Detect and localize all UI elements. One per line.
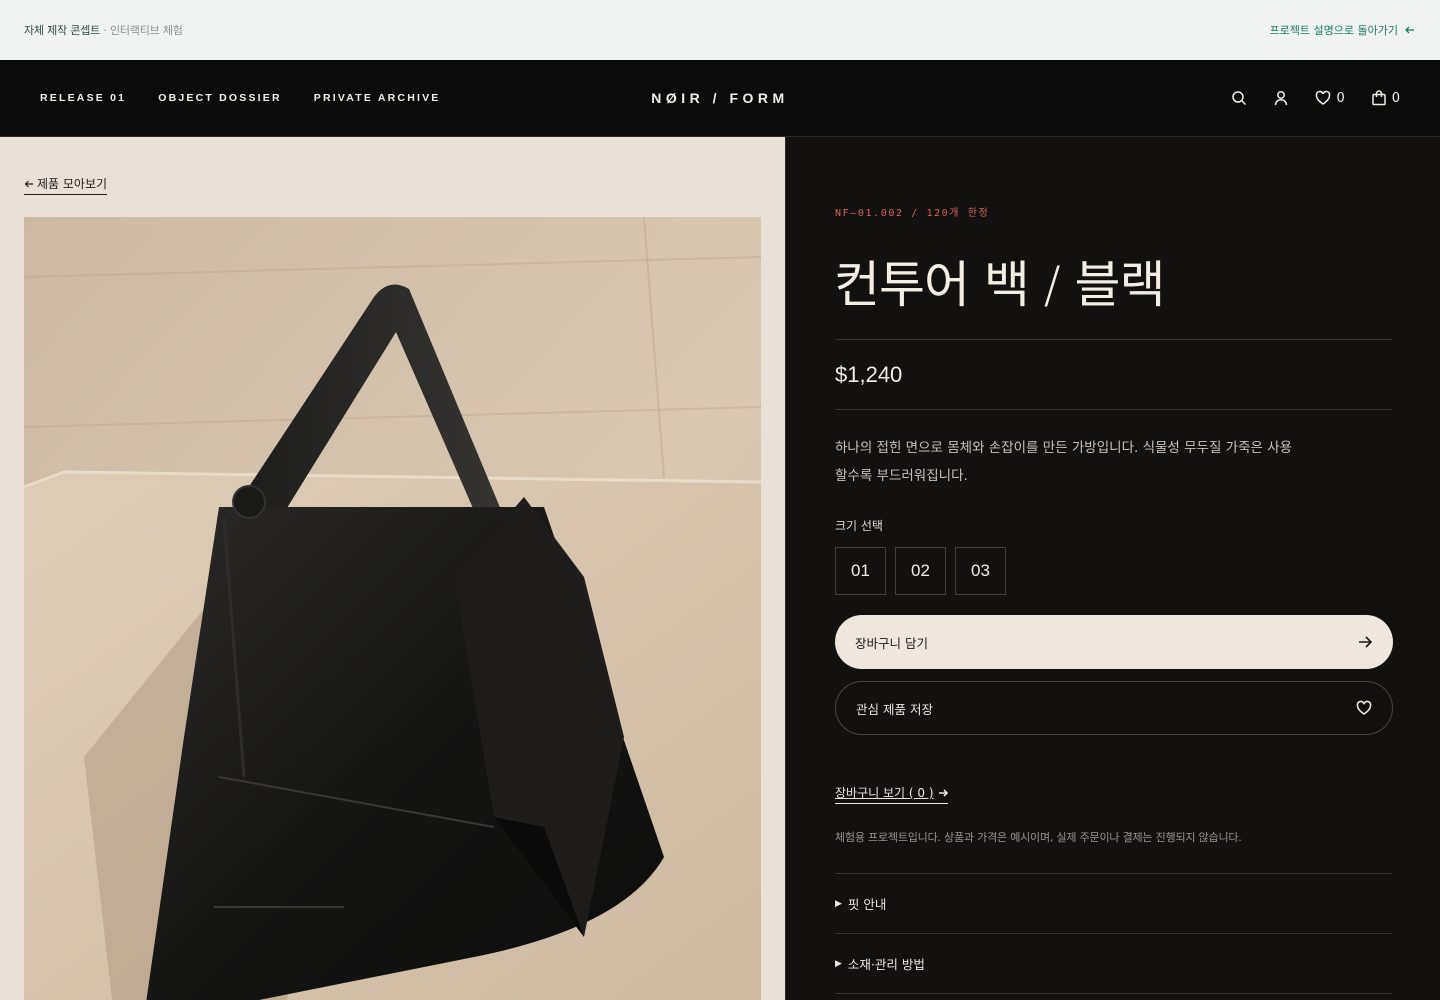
notice-bar: 자체 제작 콘셉트 · 인터랙티브 체험 프로젝트 설명으로 돌아가기 (0, 0, 1440, 60)
add-to-cart-button[interactable]: 장바구니 담기 (835, 615, 1393, 669)
nav-object-dossier[interactable]: OBJECT DOSSIER (158, 92, 282, 104)
account-button[interactable] (1273, 90, 1289, 106)
back-to-products-label: 제품 모아보기 (37, 177, 108, 191)
cart-button[interactable]: 0 (1371, 90, 1400, 106)
notice-text: 자체 제작 콘셉트 · 인터랙티브 체험 (24, 22, 183, 38)
product-sku: NF—01.002 / 120개 한정 (835, 208, 990, 219)
product-photo (24, 217, 761, 1000)
save-wishlist-button[interactable]: 관심 제품 저장 (835, 681, 1393, 735)
view-cart-link[interactable]: 장바구니 보기 ( 0 ) (835, 784, 948, 804)
demo-disclaimer: 체험용 프로젝트입니다. 상품과 가격은 예시이며, 실제 주문이나 결제는 진… (835, 831, 1242, 844)
user-icon (1275, 91, 1288, 106)
back-to-products-link[interactable]: 제품 모아보기 (24, 175, 108, 195)
search-icon (1232, 91, 1247, 106)
size-selector: 01 02 03 (835, 547, 1006, 595)
brand-logo[interactable]: NØIR / FORM (651, 90, 788, 106)
header-tools: 0 0 (1231, 90, 1400, 106)
back-to-project-link[interactable]: 프로젝트 설명으로 돌아가기 (1270, 22, 1416, 38)
triangle-right-icon: ▶ (835, 898, 842, 909)
search-button[interactable] (1231, 90, 1247, 106)
arrow-left-icon (1405, 26, 1414, 34)
add-to-cart-label: 장바구니 담기 (855, 635, 928, 651)
accordion-material-label: 소재·관리 방법 (847, 957, 925, 972)
product-price: $1,240 (835, 362, 903, 387)
cart-count: 0 (1391, 90, 1400, 106)
product-details: NF—01.002 / 120개 한정 컨투어 백 / 블랙 $1,240 하나… (785, 137, 1440, 1000)
notice-sub: 인터랙티브 체험 (109, 24, 183, 37)
product-title: 컨투어 백 / 블랙 (834, 256, 1166, 314)
accordion-fit[interactable]: ▶ 핏 안내 (835, 873, 1392, 933)
triangle-right-icon: ▶ (835, 958, 842, 969)
divider (835, 339, 1392, 340)
size-option-01[interactable]: 01 (835, 547, 886, 595)
wishlist-count: 0 (1336, 90, 1345, 106)
notice-main: 자체 제작 콘셉트 (24, 24, 101, 37)
product-gallery: 제품 모아보기 (0, 137, 785, 1000)
accordion-fit-label: 핏 안내 (847, 897, 887, 912)
heart-icon (1356, 700, 1372, 715)
back-to-project-label: 프로젝트 설명으로 돌아가기 (1269, 24, 1398, 37)
size-option-02[interactable]: 02 (895, 547, 946, 595)
size-option-03[interactable]: 03 (955, 547, 1006, 595)
shopping-bag-icon (1371, 90, 1386, 106)
nav-private-archive[interactable]: PRIVATE ARCHIVE (314, 92, 441, 104)
nav-release-01[interactable]: RELEASE 01 (40, 92, 126, 104)
arrow-right-icon (1359, 636, 1373, 648)
accordion-material-care[interactable]: ▶ 소재·관리 방법 (835, 933, 1392, 993)
site-header: RELEASE 01 OBJECT DOSSIER PRIVATE ARCHIV… (0, 60, 1440, 137)
heart-icon (1316, 90, 1331, 105)
product-description: 하나의 접힌 면으로 몸체와 손잡이를 만든 가방입니다. 식물성 무두질 가죽… (835, 440, 1293, 484)
arrow-right-icon (938, 788, 948, 797)
arrow-left-icon (24, 180, 33, 187)
notice-separator: · (103, 24, 107, 37)
main-nav: RELEASE 01 OBJECT DOSSIER PRIVATE ARCHIV… (40, 92, 441, 104)
bag-photo-illustration (24, 217, 761, 1000)
wishlist-button[interactable]: 0 (1315, 90, 1345, 106)
size-label: 크기 선택 (835, 519, 883, 533)
divider (835, 409, 1392, 410)
view-cart-label: 장바구니 보기 ( 0 ) (835, 786, 934, 800)
divider (835, 993, 1392, 994)
save-wishlist-label: 관심 제품 저장 (856, 701, 933, 717)
